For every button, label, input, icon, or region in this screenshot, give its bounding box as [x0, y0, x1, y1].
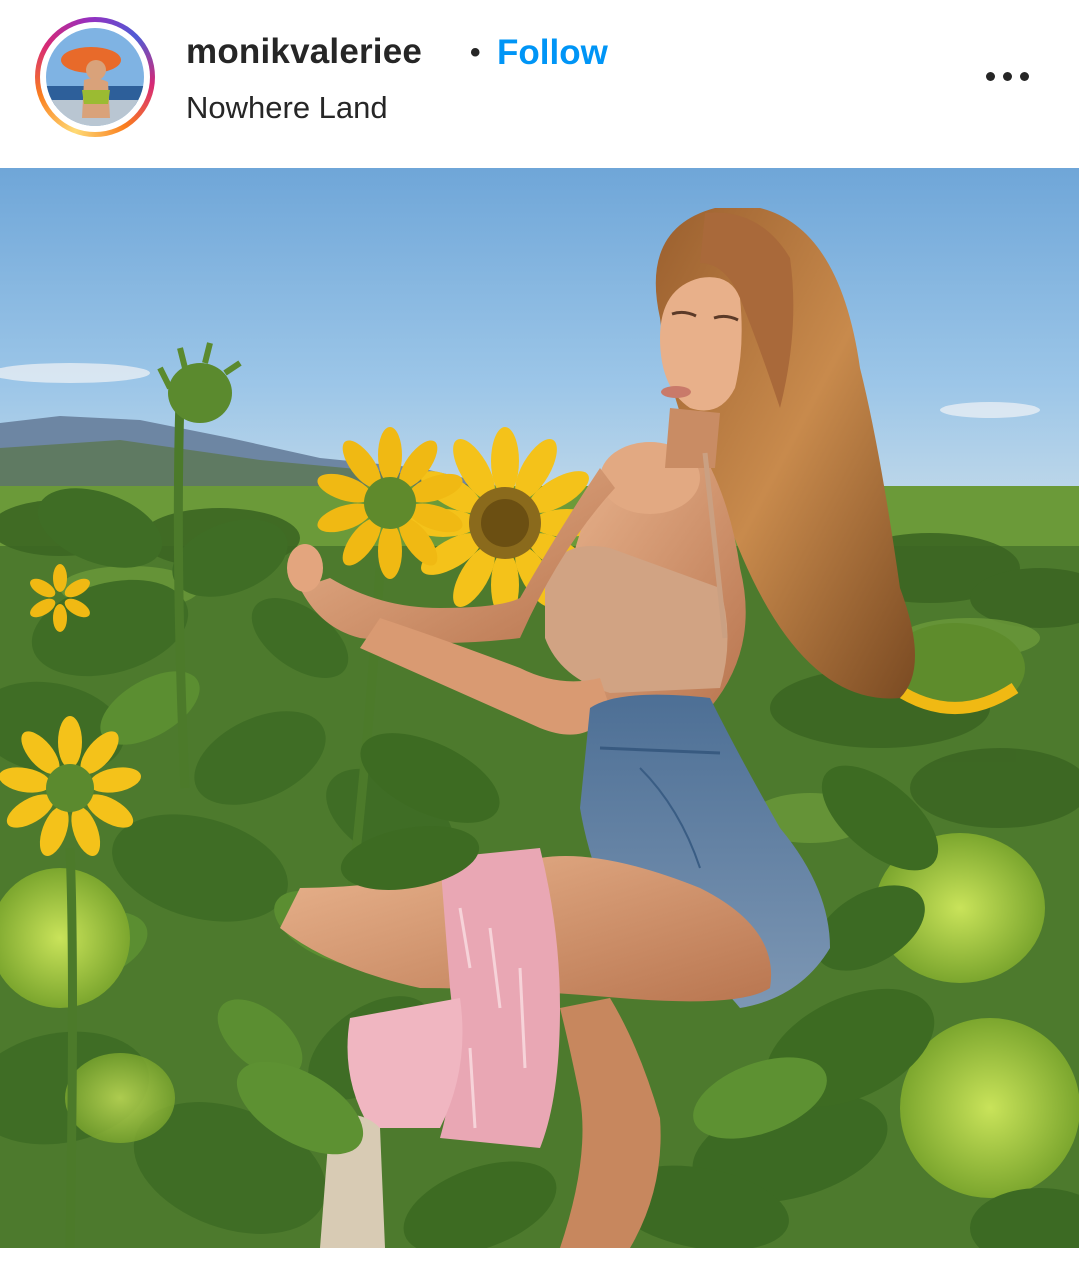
more-options-icon[interactable]	[982, 60, 1034, 94]
avatar-image	[46, 28, 144, 126]
sunflower-field-image	[0, 168, 1079, 1248]
location-link[interactable]: Nowhere Land	[186, 90, 388, 126]
username[interactable]: monikvaleriee	[186, 32, 422, 72]
avatar[interactable]	[46, 28, 144, 126]
post-photo[interactable]	[0, 168, 1079, 1248]
post-header: monikvaleriee • Follow Nowhere Land	[0, 0, 1079, 168]
separator-dot: •	[470, 36, 481, 69]
story-ring[interactable]	[35, 17, 155, 137]
follow-button[interactable]: Follow	[497, 33, 608, 73]
instagram-post: monikvaleriee • Follow Nowhere Land	[0, 0, 1079, 1265]
